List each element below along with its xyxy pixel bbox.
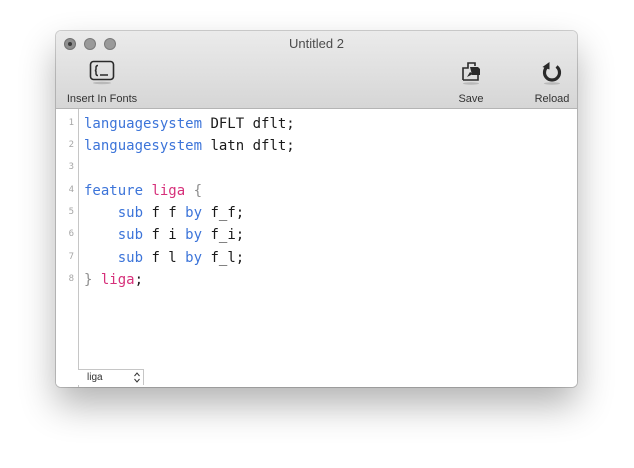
code-token: {: [193, 183, 203, 199]
line-number: 4: [68, 185, 74, 195]
feature-select-value: liga: [87, 372, 103, 383]
save-button[interactable]: Save: [451, 58, 491, 106]
desktop: Untitled 2 Insert In Fonts Save Reload 1…: [0, 0, 634, 468]
code-token: feature: [84, 183, 144, 199]
code-line[interactable]: languagesystem latn dflt;: [84, 137, 295, 155]
feature-select[interactable]: liga: [78, 369, 144, 385]
code-token: liga: [151, 183, 186, 199]
reload-label: Reload: [534, 93, 570, 105]
code-token: by: [185, 227, 203, 243]
save-label: Save: [458, 93, 484, 105]
code-token: f_i;: [202, 227, 245, 243]
reload-button[interactable]: Reload: [526, 58, 577, 106]
code-token: languagesystem: [84, 116, 203, 132]
code-token: liga: [100, 272, 135, 288]
code-editor[interactable]: 1 2 3 4 5 6 7 8 languagesystem DFLT dflt…: [56, 109, 577, 387]
editor-window: Untitled 2 Insert In Fonts Save Reload 1…: [56, 31, 577, 387]
titlebar: Untitled 2 Insert In Fonts Save Reload: [56, 31, 577, 109]
code-token: by: [185, 250, 203, 266]
insert-in-fonts-button[interactable]: Insert In Fonts: [56, 58, 148, 106]
code-token: ;: [134, 272, 144, 288]
code-line[interactable]: sub f l by f_l;: [84, 249, 244, 267]
insert-in-fonts-label: Insert In Fonts: [66, 93, 138, 105]
code-token: sub: [117, 205, 144, 221]
line-number: 8: [68, 274, 74, 284]
code-line[interactable]: feature liga {: [84, 182, 202, 200]
chevron-up-down-icon: [134, 372, 140, 383]
code-token: latn dflt;: [202, 138, 295, 154]
code-token: f_l;: [202, 250, 245, 266]
line-number: 1: [68, 118, 74, 128]
save-icon: [455, 58, 487, 86]
reload-icon: [536, 58, 568, 86]
line-number: 7: [68, 252, 74, 262]
line-number: 5: [68, 207, 74, 217]
code-token: f f: [143, 205, 186, 221]
line-number: 2: [68, 140, 74, 150]
insert-in-fonts-icon: [86, 58, 118, 86]
window-title: Untitled 2: [289, 36, 344, 51]
line-number-gutter: 1 2 3 4 5 6 7 8: [56, 109, 79, 387]
code-line[interactable]: languagesystem DFLT dflt;: [84, 115, 295, 133]
code-text-area[interactable]: languagesystem DFLT dflt; languagesystem…: [84, 109, 577, 387]
code-line[interactable]: } liga;: [84, 271, 143, 289]
code-token: f l: [143, 250, 186, 266]
code-token: f_f;: [202, 205, 245, 221]
line-number: 6: [68, 229, 74, 239]
code-token: languagesystem: [84, 138, 203, 154]
code-token: sub: [117, 250, 144, 266]
code-token: DFLT dflt;: [202, 116, 295, 132]
code-token: f i: [143, 227, 186, 243]
code-line[interactable]: sub f f by f_f;: [84, 204, 244, 222]
line-number: 3: [68, 162, 74, 172]
code-token: sub: [117, 227, 144, 243]
code-line[interactable]: sub f i by f_i;: [84, 226, 244, 244]
code-token: by: [185, 205, 203, 221]
